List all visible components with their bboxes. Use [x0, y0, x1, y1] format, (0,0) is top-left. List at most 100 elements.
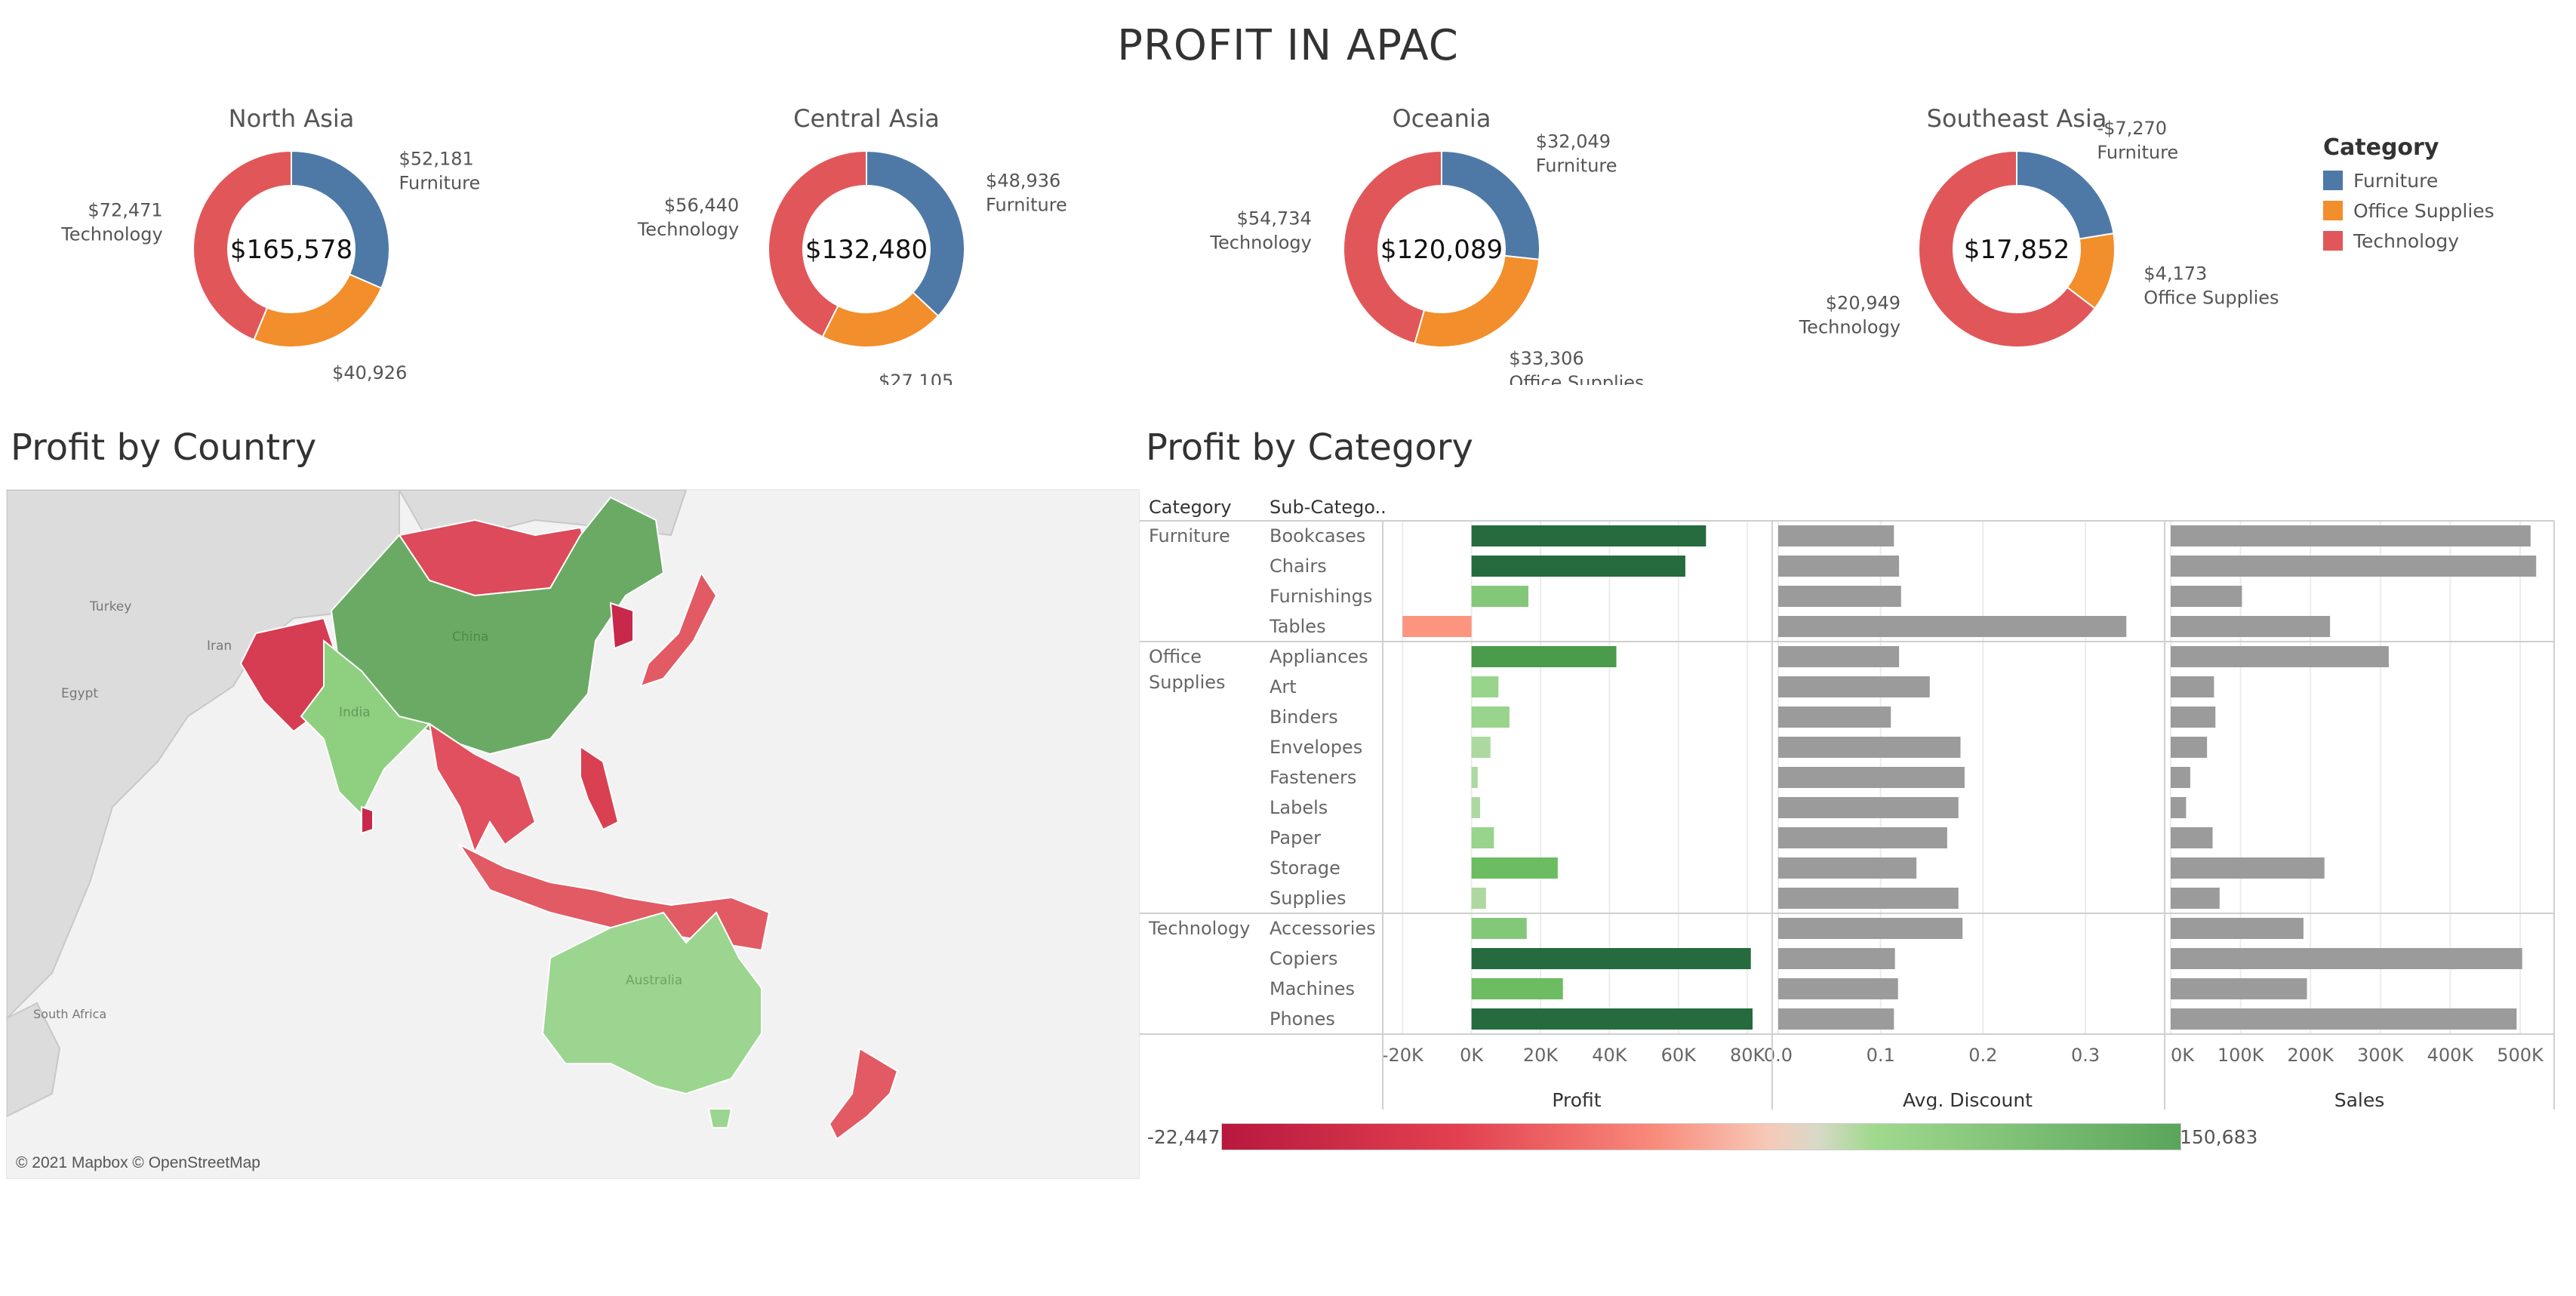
bar-sales[interactable] [2171, 1008, 2517, 1030]
donut-slice-furniture[interactable] [2016, 149, 2115, 240]
bar-profit[interactable] [1471, 586, 1529, 607]
profit-map[interactable]: Turkey Iran Egypt China India Australia … [6, 489, 1140, 1179]
donut-svg[interactable]: Southeast Asia-$7,270 Furniture $4,173 Offi… [1753, 98, 2281, 385]
bar-discount[interactable] [1778, 646, 1900, 667]
bar-discount[interactable] [1778, 978, 1898, 999]
donut-svg[interactable]: Central Asia$48,936Furniture$27,105Offic… [602, 98, 1131, 385]
axis-tick-label: 80K [1730, 1045, 1766, 1066]
donut-slice-furniture[interactable] [291, 149, 390, 290]
donut-svg[interactable]: North Asia$52,181Furniture$40,926Office … [27, 98, 556, 385]
row-subcategory-label: Labels [1270, 797, 1328, 818]
row-subcategory-label: Accessories [1270, 918, 1376, 939]
bar-discount[interactable] [1778, 948, 1895, 969]
country-sri-lanka[interactable] [361, 805, 374, 835]
bar-table-canvas[interactable]: Category Sub-Catego.. -20K 0K 20K 40K 60K 80K Pr… [1140, 491, 2559, 1117]
dashboard-title: PROFIT IN APAC [1117, 21, 1459, 70]
bar-discount[interactable] [1778, 918, 1963, 939]
bar-sales[interactable] [2171, 918, 2304, 939]
donut-north-asia[interactable]: North Asia$52,181Furniture$40,926Office … [27, 98, 556, 385]
bar-profit[interactable] [1471, 737, 1491, 758]
bar-discount[interactable] [1778, 616, 2127, 637]
header-subcategory: Sub-Catego.. [1270, 497, 1386, 518]
row-subcategory-label: Binders [1270, 706, 1338, 728]
bar-profit[interactable] [1471, 918, 1527, 939]
bar-sales[interactable] [2171, 556, 2537, 577]
map-canvas[interactable]: Turkey Iran Egypt China India Australia … [7, 490, 1139, 1178]
country-new-zealand[interactable] [828, 1047, 899, 1141]
donut-southeast-asia[interactable]: Southeast Asia -$7,270 Furniture $4,173 Offi… [1753, 98, 2281, 385]
donut-slice-office-supplies[interactable] [1414, 254, 1540, 348]
country-philippines[interactable] [580, 745, 620, 831]
bar-sales[interactable] [2171, 857, 2325, 879]
donut-value-label: $48,936 [986, 170, 1060, 191]
donut-slice-office-supplies[interactable] [821, 291, 940, 348]
bar-discount[interactable] [1778, 586, 1901, 607]
bar-discount[interactable] [1778, 556, 1900, 577]
bar-sales[interactable] [2171, 888, 2220, 909]
bar-profit[interactable] [1471, 706, 1510, 728]
profit-color-legend[interactable]: -22,447 150,683 [1140, 1117, 2272, 1162]
bar-sales[interactable] [2171, 978, 2307, 999]
bar-profit[interactable] [1471, 1008, 1753, 1030]
bar-profit[interactable] [1471, 525, 1707, 546]
bar-sales[interactable] [2171, 948, 2522, 969]
axis-tick-label: 0.1 [1867, 1045, 1895, 1066]
legend-item-technology[interactable]: Technology [2323, 226, 2494, 256]
donut-central-asia[interactable]: Central Asia$48,936Furniture$27,105Offic… [602, 98, 1131, 385]
bar-discount[interactable] [1778, 525, 1894, 546]
bar-profit[interactable] [1471, 676, 1499, 697]
country-korea[interactable] [609, 602, 634, 650]
bar-profit[interactable] [1471, 948, 1751, 969]
bar-discount[interactable] [1778, 706, 1891, 728]
donut-oceania[interactable]: Oceania $32,049 Furniture $33,306 Office Sup… [1177, 98, 1706, 385]
donut-title: Central Asia [793, 104, 940, 133]
row-subcategory-label: Furnishings [1270, 586, 1372, 607]
bar-sales[interactable] [2171, 706, 2216, 728]
bar-profit[interactable] [1471, 646, 1617, 667]
bar-sales[interactable] [2171, 737, 2208, 758]
bar-sales[interactable] [2171, 797, 2187, 818]
map-label-egypt: Egypt [61, 686, 98, 701]
bar-profit[interactable] [1471, 978, 1563, 999]
bar-profit[interactable] [1471, 827, 1494, 848]
bar-sales[interactable] [2171, 525, 2531, 546]
bar-sales[interactable] [2171, 676, 2214, 697]
country-australia[interactable] [541, 911, 762, 1095]
bar-discount[interactable] [1778, 737, 1961, 758]
bar-discount[interactable] [1778, 827, 1947, 848]
bar-sales[interactable] [2171, 827, 2213, 848]
bar-discount[interactable] [1778, 1008, 1894, 1030]
donut-svg[interactable]: Oceania $32,049 Furniture $33,306 Office Sup… [1177, 98, 1706, 385]
category-legend[interactable]: Category Furniture Office Supplies Techn… [2323, 134, 2494, 256]
legend-label: Technology [2353, 229, 2460, 252]
bar-profit[interactable] [1402, 616, 1472, 637]
color-scale-bar[interactable] [1221, 1123, 2181, 1150]
profit-by-category-table[interactable]: Category Sub-Catego.. -20K 0K 20K 40K 60K 80K Pr… [1140, 491, 2559, 1117]
row-group-label: Office [1149, 646, 1202, 667]
legend-item-office-supplies[interactable]: Office Supplies [2323, 195, 2494, 226]
donut-slice-furniture[interactable] [866, 149, 965, 318]
bar-profit[interactable] [1471, 888, 1486, 909]
legend-item-furniture[interactable]: Furniture [2323, 165, 2494, 195]
bar-sales[interactable] [2171, 646, 2389, 667]
donut-title: Oceania [1393, 104, 1491, 133]
donut-slice-office-supplies[interactable] [253, 273, 383, 348]
bar-discount[interactable] [1778, 857, 1917, 879]
bar-discount[interactable] [1778, 888, 1959, 909]
bar-discount[interactable] [1778, 767, 1965, 788]
bar-sales[interactable] [2171, 767, 2190, 788]
country-tasmania[interactable] [707, 1108, 733, 1128]
header-category: Category [1149, 497, 1232, 518]
map-label-india: India [339, 705, 371, 720]
country-japan[interactable] [639, 571, 718, 688]
bar-discount[interactable] [1778, 797, 1959, 818]
bar-profit[interactable] [1471, 556, 1685, 577]
bar-sales[interactable] [2171, 586, 2242, 607]
bar-profit[interactable] [1471, 767, 1478, 788]
bar-profit[interactable] [1471, 797, 1481, 818]
bar-discount[interactable] [1778, 676, 1930, 697]
bar-profit[interactable] [1471, 857, 1558, 879]
bar-sales[interactable] [2171, 616, 2331, 637]
donut-title: Southeast Asia [1927, 104, 2107, 133]
donut-value-label: -$7,270 [2097, 118, 2167, 139]
